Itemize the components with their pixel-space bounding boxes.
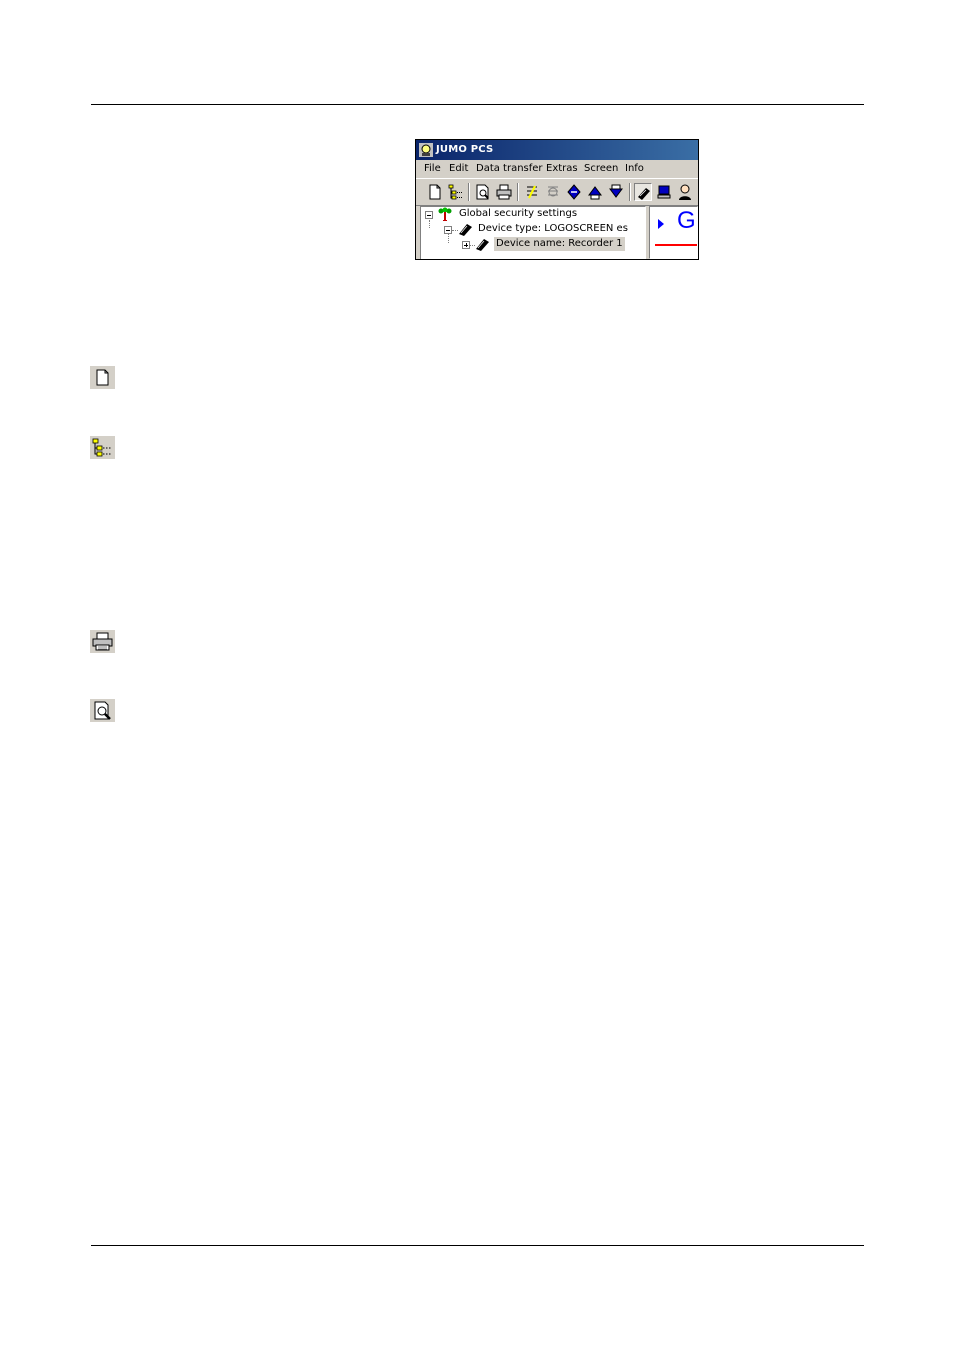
- transfer-disabled-icon[interactable]: [544, 183, 562, 201]
- menu-screen[interactable]: Screen: [584, 160, 618, 178]
- menu-extras[interactable]: Extras: [546, 160, 578, 178]
- menu-edit[interactable]: Edit: [449, 160, 468, 178]
- tree-connector: [448, 234, 449, 243]
- menu-data-transfer[interactable]: Data transfer: [476, 160, 543, 178]
- collapse-toggle[interactable]: [444, 226, 452, 234]
- menu-bar: File Edit Data transfer Extras Screen In…: [416, 160, 698, 178]
- tree-view-icon: [90, 436, 115, 459]
- preview-text: G: [677, 207, 696, 234]
- tree-item-label: Device name: Recorder 1: [494, 237, 625, 251]
- diamond-blue-icon[interactable]: [565, 183, 583, 201]
- tree-item-label: Global security settings: [459, 208, 578, 219]
- print-preview-icon[interactable]: [474, 183, 492, 201]
- print-preview-icon: [90, 699, 115, 722]
- expand-toggle[interactable]: [462, 241, 470, 249]
- preview-pane: G: [649, 206, 698, 259]
- play-arrow-icon: [658, 219, 664, 229]
- toolbar-separator: [517, 183, 519, 201]
- menu-info[interactable]: Info: [625, 160, 644, 178]
- tree-connector: [429, 220, 430, 228]
- new-document-icon: [90, 366, 115, 389]
- new-document-icon[interactable]: [426, 183, 444, 201]
- collapse-toggle[interactable]: [425, 211, 433, 219]
- tree-item-label: Device type: LOGOSCREEN es: [478, 223, 628, 234]
- tree-view-icon[interactable]: [446, 183, 464, 201]
- printer-icon: [90, 630, 115, 653]
- app-screenshot: JUMO PCS File Edit Data transfer Extras …: [415, 139, 699, 260]
- computer-icon[interactable]: [655, 183, 673, 201]
- tree-icon: [438, 207, 452, 221]
- upload-icon[interactable]: [586, 183, 604, 201]
- device-tree: Global security settings Device type: LO…: [420, 206, 646, 259]
- user-icon[interactable]: [676, 183, 694, 201]
- transfer-icon[interactable]: [523, 183, 541, 201]
- header-rule: [91, 104, 864, 105]
- title-bar: JUMO PCS: [416, 140, 698, 160]
- toolbar-separator: [629, 183, 631, 201]
- toolbar: [416, 178, 698, 206]
- jumo-app-icon: [419, 143, 433, 157]
- toolbar-separator: [468, 183, 470, 201]
- menu-file[interactable]: File: [424, 160, 441, 178]
- recorder-icon: [459, 224, 472, 236]
- app-title: JUMO PCS: [436, 144, 494, 155]
- download-icon[interactable]: [607, 183, 625, 201]
- footer-rule: [91, 1245, 864, 1246]
- recorder-icon[interactable]: [634, 183, 652, 201]
- preview-red-line: [655, 244, 697, 246]
- printer-icon[interactable]: [495, 183, 513, 201]
- recorder-icon: [476, 239, 489, 251]
